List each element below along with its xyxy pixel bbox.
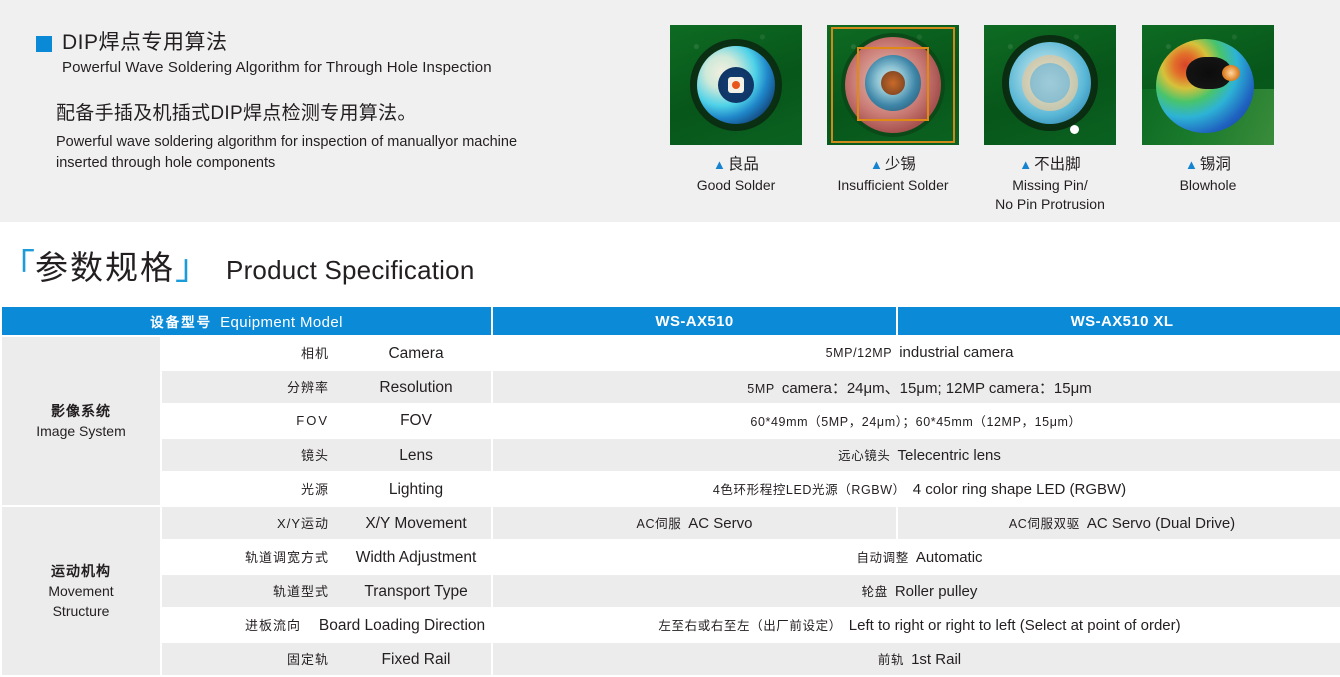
table-row: 分辨率 Resolution 5MP camera：24μm、15μm; 12MP … (2, 371, 1340, 403)
row-label-fixed-rail: 固定轨 Fixed Rail (162, 643, 492, 675)
table-row: 镜头 Lens 远心镜头 Telecentric lens (2, 439, 1340, 471)
sample-caption-cn-blowhole: ▲ 锡洞 (1185, 156, 1231, 173)
feature-panel: DIP焊点专用算法 Powerful Wave Soldering Algori… (0, 0, 1340, 222)
row-value-lighting: 4色环形程控LED光源（RGBW） 4 color ring shape LED … (493, 473, 1340, 505)
feature-text-block: DIP焊点专用算法 Powerful Wave Soldering Algori… (36, 30, 636, 174)
row-label-fov: FOV FOV (162, 405, 492, 437)
sample-card-missing-pin: ▲ 不出脚 Missing Pin/ No Pin Protrusion (984, 25, 1116, 213)
feature-subtitle-cn: 配备手插及机插式DIP焊点检测专用算法。 (56, 103, 417, 125)
feature-title-en: Powerful Wave Soldering Algorithm for Th… (62, 59, 492, 77)
sample-image-insufficient-solder (827, 25, 959, 145)
sample-caption-en-insufficient-solder: Insufficient Solder (837, 176, 949, 193)
feature-subtitle-en: Powerful wave soldering algorithm for in… (56, 134, 518, 172)
table-row: FOV FOV 60*49mm（5MP，24μm）；60*45mm（12MP，15… (2, 405, 1340, 437)
specification-table: 设备型号 Equipment Model WS-AX510 WS-AX510 XL… (0, 305, 1340, 677)
row-value-board-loading-direction: 左至右或右至左（出厂前设定） Left to right or right to … (493, 609, 1340, 641)
row-value-lens: 远心镜头 Telecentric lens (493, 439, 1340, 471)
header-col-ws-ax510: WS-AX510 (493, 307, 897, 335)
table-row: 固定轨 Fixed Rail 前轨 1st Rail (2, 643, 1340, 675)
row-label-camera: 相机 Camera (162, 337, 492, 369)
row-label-board-loading-direction: 进板流向 Board Loading Direction (162, 609, 492, 641)
spec-heading: 「 参数规格 」 Product Specification (0, 250, 900, 294)
sample-caption-en-blowhole: Blowhole (1179, 176, 1237, 193)
table-row: 轨道调宽方式 Width Adjustment 自动调整 Automatic (2, 541, 1340, 573)
feature-title-row: DIP焊点专用算法 (36, 30, 636, 56)
row-value-fixed-rail: 前轨 1st Rail (493, 643, 1340, 675)
row-value-transport-type: 轮盘 Roller pulley (493, 575, 1340, 607)
sample-caption-cn-missing-pin: ▲ 不出脚 (1019, 156, 1081, 173)
triangle-marker-icon: ▲ (1019, 157, 1033, 172)
row-value-xy-movement-ax510xl: AC伺服双驱 AC Servo (Dual Drive) (898, 507, 1340, 539)
sample-caption-en-missing-pin-line1: Missing Pin/ (1012, 176, 1088, 193)
header-equipment-model: 设备型号 Equipment Model (2, 307, 492, 335)
table-row: 影像系统 Image System 相机 Camera 5MP/12MP indus… (2, 337, 1340, 505)
header-model-cn: 设备型号 (150, 315, 213, 330)
spec-title-en: Product Specification (226, 255, 475, 285)
header-model-en: Equipment Model (220, 314, 343, 331)
bracket-close: 」 (175, 248, 211, 287)
group-label-image-system: 影像系统 Image System (2, 337, 160, 505)
sample-caption-cn-insufficient-solder: ▲ 少锡 (870, 156, 916, 173)
table-row: 光源 Lighting 4色环形程控LED光源（RGBW） 4 color ring… (2, 473, 1340, 505)
sample-roi-inner-box (857, 47, 929, 121)
sample-caption-en-missing-pin-line2: No Pin Protrusion (995, 195, 1105, 212)
row-value-fov: 60*49mm（5MP，24μm）；60*45mm（12MP，15μm） (493, 405, 1340, 437)
row-label-lighting: 光源 Lighting (162, 473, 492, 505)
header-col-ws-ax510-xl: WS-AX510 XL (898, 307, 1340, 335)
triangle-marker-icon: ▲ (870, 157, 883, 172)
feature-title-cn: DIP焊点专用算法 (62, 31, 228, 54)
sample-image-missing-pin (984, 25, 1116, 145)
sample-card-insufficient-solder: ▲ 少锡 Insufficient Solder (827, 25, 959, 194)
row-label-xy-movement: X/Y运动 X/Y Movement (162, 507, 492, 539)
bracket-open: 「 (0, 248, 36, 287)
sample-caption-cn-good-solder: ▲ 良品 (713, 156, 759, 173)
table-header-row: 设备型号 Equipment Model WS-AX510 WS-AX510 XL (2, 307, 1340, 335)
row-value-resolution: 5MP camera：24μm、15μm; 12MP camera：15μm (493, 371, 1340, 403)
table-row: 进板流向 Board Loading Direction 左至右或右至左（出厂前设… (2, 609, 1340, 641)
blue-square-bullet-icon (36, 36, 52, 52)
sample-image-blowhole (1142, 25, 1274, 145)
triangle-marker-icon: ▲ (1185, 157, 1198, 172)
group-label-movement-structure: 运动机构 Movement Structure (2, 507, 160, 675)
row-label-resolution: 分辨率 Resolution (162, 371, 492, 403)
row-value-xy-movement-ax510: AC伺服 AC Servo (493, 507, 897, 539)
row-label-width-adjustment: 轨道调宽方式 Width Adjustment (162, 541, 492, 573)
sample-image-good-solder (670, 25, 802, 145)
table-row: 轨道型式 Transport Type 轮盘 Roller pulley (2, 575, 1340, 607)
spec-title-cn: 参数规格 (35, 249, 176, 286)
sample-image-gallery: ▲ 良品 Good Solder ▲ 少锡 Insufficient Solder (670, 25, 1310, 225)
row-label-transport-type: 轨道型式 Transport Type (162, 575, 492, 607)
sample-card-good-solder: ▲ 良品 Good Solder (670, 25, 802, 194)
row-value-width-adjustment: 自动调整 Automatic (493, 541, 1340, 573)
sample-caption-en-good-solder: Good Solder (696, 176, 776, 193)
table-row: 运动机构 Movement Structure X/Y运动 X/Y Movemen… (2, 507, 1340, 675)
row-label-lens: 镜头 Lens (162, 439, 492, 471)
sample-card-blowhole: ▲ 锡洞 Blowhole (1142, 25, 1274, 194)
triangle-marker-icon: ▲ (713, 157, 726, 172)
row-value-camera: 5MP/12MP industrial camera (493, 337, 1340, 369)
